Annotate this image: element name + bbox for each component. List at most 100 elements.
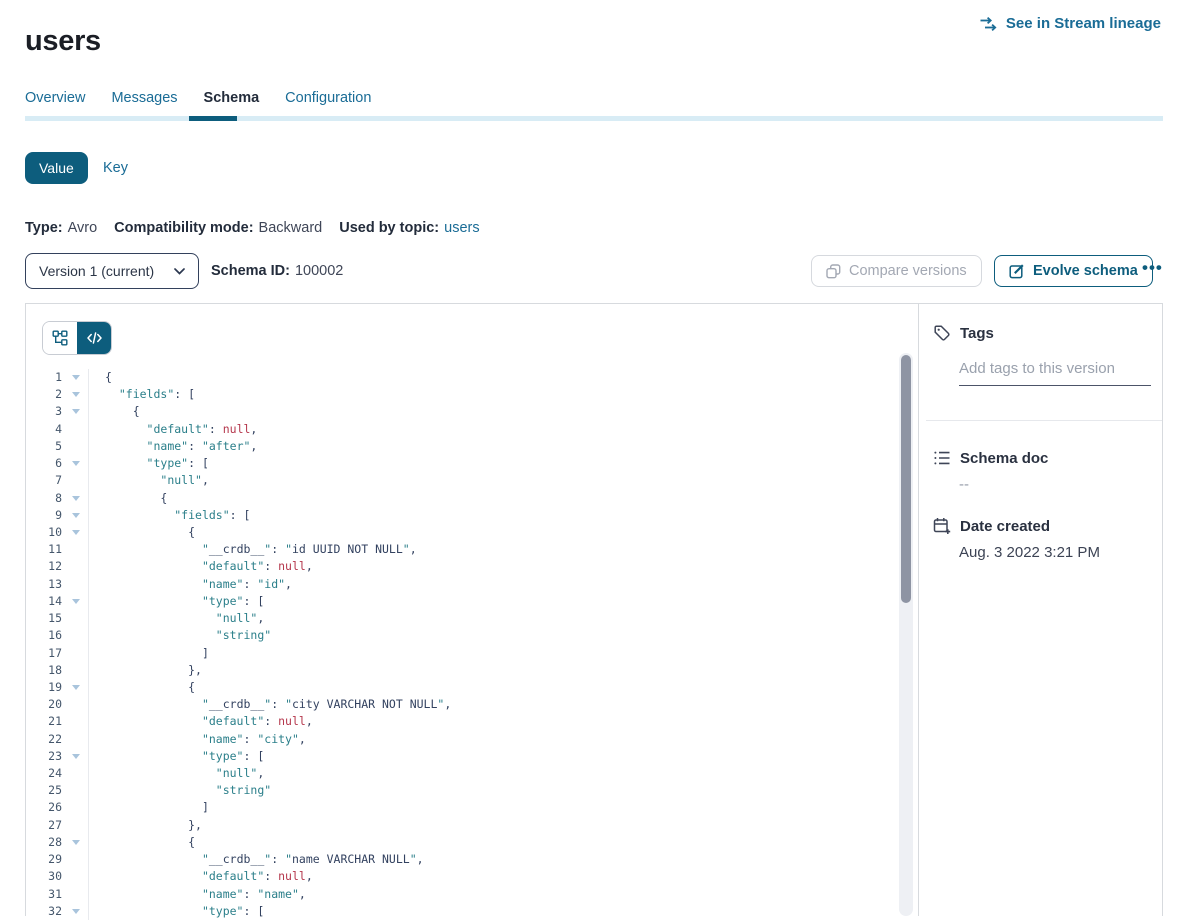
line-number: 29 bbox=[26, 851, 88, 868]
tree-view-button[interactable] bbox=[43, 322, 77, 354]
code-line: "type": [ bbox=[105, 455, 898, 472]
line-number: 18 bbox=[26, 662, 88, 679]
gutter-line: 7 bbox=[26, 472, 88, 489]
schema-id-field: Schema ID:100002 bbox=[211, 253, 343, 289]
gutter-line: 23 bbox=[26, 748, 88, 765]
fold-toggle-icon[interactable] bbox=[72, 461, 80, 466]
used-by-topic-field: Used by topic:users bbox=[339, 220, 479, 236]
editor-scrollbar[interactable] bbox=[899, 353, 913, 916]
line-number: 20 bbox=[26, 696, 88, 713]
version-select-value: Version 1 (current) bbox=[39, 263, 154, 279]
list-icon bbox=[933, 449, 951, 467]
gutter-line: 17 bbox=[26, 645, 88, 662]
date-created-header: Date created bbox=[933, 517, 1050, 535]
code-line: { bbox=[105, 524, 898, 541]
gutter-line: 1 bbox=[26, 369, 88, 386]
code-line: { bbox=[105, 369, 898, 386]
code-line: "name": "name", bbox=[105, 886, 898, 903]
tags-title: Tags bbox=[960, 325, 994, 342]
scrollbar-thumb[interactable] bbox=[901, 355, 911, 603]
calendar-plus-icon bbox=[933, 517, 951, 535]
schema-doc-header: Schema doc bbox=[933, 449, 1048, 467]
code-line: "name": "id", bbox=[105, 576, 898, 593]
type-field: Type:Avro bbox=[25, 220, 97, 236]
fold-toggle-icon[interactable] bbox=[72, 409, 80, 414]
gutter-line: 13 bbox=[26, 576, 88, 593]
tags-section-header: Tags bbox=[933, 324, 994, 342]
tab-overview[interactable]: Overview bbox=[25, 90, 85, 106]
fold-toggle-icon[interactable] bbox=[72, 513, 80, 518]
code-line: "default": null, bbox=[105, 558, 898, 575]
gutter-line: 29 bbox=[26, 851, 88, 868]
schema-doc-title: Schema doc bbox=[960, 450, 1048, 467]
code-line: "type": [ bbox=[105, 593, 898, 610]
gutter-line: 32 bbox=[26, 903, 88, 920]
gutter-line: 11 bbox=[26, 541, 88, 558]
chevron-down-icon bbox=[174, 268, 185, 275]
compare-versions-icon bbox=[826, 264, 841, 279]
fold-toggle-icon[interactable] bbox=[72, 909, 80, 914]
version-select[interactable]: Version 1 (current) bbox=[25, 253, 199, 289]
gutter-line: 6 bbox=[26, 455, 88, 472]
value-toggle-button[interactable]: Value bbox=[25, 152, 88, 184]
code-line: "__crdb__": "id UUID NOT NULL", bbox=[105, 541, 898, 558]
gutter-line: 5 bbox=[26, 438, 88, 455]
code-line: "null", bbox=[105, 610, 898, 627]
evolve-schema-button[interactable]: Evolve schema bbox=[994, 255, 1153, 287]
gutter-line: 20 bbox=[26, 696, 88, 713]
stream-lineage-link[interactable]: See in Stream lineage bbox=[979, 15, 1161, 32]
gutter-line: 30 bbox=[26, 868, 88, 885]
date-created-value: Aug. 3 2022 3:21 PM bbox=[959, 544, 1100, 561]
line-number: 30 bbox=[26, 868, 88, 885]
gutter-line: 10 bbox=[26, 524, 88, 541]
schema-panel: 1234567891011121314151617181920212223242… bbox=[25, 303, 1163, 916]
gutter-line: 28 bbox=[26, 834, 88, 851]
fold-toggle-icon[interactable] bbox=[72, 375, 80, 380]
page-title: users bbox=[25, 25, 101, 58]
gutter-line: 4 bbox=[26, 421, 88, 438]
tab-schema[interactable]: Schema bbox=[204, 90, 260, 106]
gutter-line: 25 bbox=[26, 782, 88, 799]
fold-toggle-icon[interactable] bbox=[72, 496, 80, 501]
gutter-line: 14 bbox=[26, 593, 88, 610]
key-toggle-button[interactable]: Key bbox=[103, 152, 128, 184]
line-number: 11 bbox=[26, 541, 88, 558]
schema-view-toggle bbox=[42, 321, 112, 355]
code-line: ] bbox=[105, 645, 898, 662]
compare-versions-button[interactable]: Compare versions bbox=[811, 255, 982, 287]
stream-lineage-label: See in Stream lineage bbox=[1006, 15, 1161, 32]
gutter-line: 16 bbox=[26, 627, 88, 644]
gutter-line: 31 bbox=[26, 886, 88, 903]
tab-messages[interactable]: Messages bbox=[111, 90, 177, 106]
fold-toggle-icon[interactable] bbox=[72, 840, 80, 845]
gutter-line: 24 bbox=[26, 765, 88, 782]
code-line: { bbox=[105, 490, 898, 507]
add-tags-input[interactable]: Add tags to this version bbox=[959, 360, 1151, 386]
code-editor[interactable]: { "fields": [ { "default": null, "name":… bbox=[90, 369, 898, 920]
fold-toggle-icon[interactable] bbox=[72, 392, 80, 397]
code-view-button[interactable] bbox=[77, 322, 111, 354]
gutter-line: 19 bbox=[26, 679, 88, 696]
active-tab-indicator bbox=[189, 116, 237, 121]
code-line: }, bbox=[105, 662, 898, 679]
line-number: 26 bbox=[26, 799, 88, 816]
code-line: { bbox=[105, 403, 898, 420]
fold-toggle-icon[interactable] bbox=[72, 530, 80, 535]
gutter-line: 15 bbox=[26, 610, 88, 627]
topic-link[interactable]: users bbox=[444, 220, 479, 236]
line-number: 15 bbox=[26, 610, 88, 627]
schema-meta-row: Type:Avro Compatibility mode:Backward Us… bbox=[25, 220, 480, 236]
stream-lineage-icon bbox=[979, 16, 998, 32]
fold-toggle-icon[interactable] bbox=[72, 599, 80, 604]
tab-configuration[interactable]: Configuration bbox=[285, 90, 371, 106]
more-options-button[interactable]: ••• bbox=[1142, 252, 1163, 284]
line-number: 25 bbox=[26, 782, 88, 799]
code-line: "string" bbox=[105, 627, 898, 644]
line-number: 17 bbox=[26, 645, 88, 662]
schema-doc-value: -- bbox=[959, 476, 969, 493]
fold-toggle-icon[interactable] bbox=[72, 685, 80, 690]
line-number: 12 bbox=[26, 558, 88, 575]
code-line: "__crdb__": "name VARCHAR NULL", bbox=[105, 851, 898, 868]
fold-toggle-icon[interactable] bbox=[72, 754, 80, 759]
editor-gutter: 1234567891011121314151617181920212223242… bbox=[26, 369, 89, 920]
